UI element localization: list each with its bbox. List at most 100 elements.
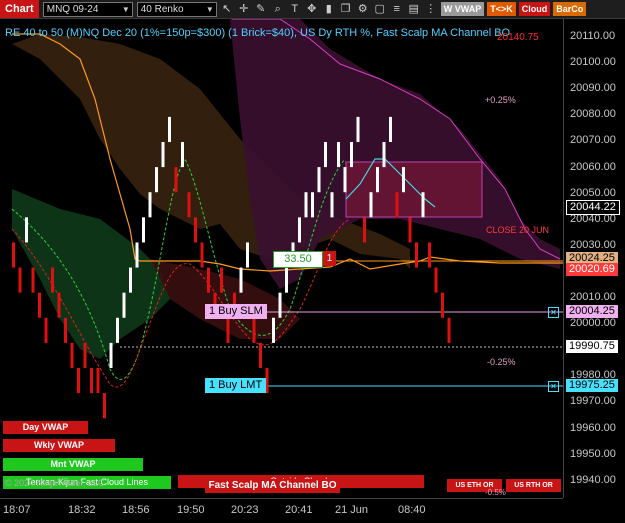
renko-brick-down: [174, 167, 178, 193]
price-tick-label: 20000.00: [570, 317, 616, 330]
weekly-vwap-button[interactable]: Wkly VWAP: [3, 439, 115, 452]
price-tick-label: 19950.00: [570, 447, 616, 460]
text-icon[interactable]: T: [288, 2, 302, 16]
renko-brick-up: [246, 242, 249, 268]
renko-brick-down: [64, 317, 67, 343]
crosshair-icon[interactable]: ✛: [237, 2, 251, 16]
bottom-pct-label: -0.5%: [485, 488, 506, 497]
pan-icon[interactable]: ✥: [305, 2, 319, 16]
renko-brick-down: [103, 393, 106, 419]
buy-slm-order[interactable]: 1 Buy SLM: [205, 304, 267, 319]
renko-brick-up: [324, 142, 327, 168]
renko-brick-up: [421, 192, 425, 218]
chart-area[interactable]: RE 40 to 50 (M)NQ Dec 20 (1%=150p=$300) …: [0, 18, 563, 498]
bars-icon[interactable]: ▮: [322, 2, 336, 16]
renko-brick-up: [376, 167, 379, 193]
bar-type-selector[interactable]: 40 Renko ▼: [136, 1, 217, 17]
price-tick-label: 19940.00: [570, 473, 616, 486]
copyright-text: © 2024 NinjaTrader, LLC: [5, 478, 105, 488]
price-tick-label: 20100.00: [570, 56, 616, 69]
price-axis[interactable]: 20110.00 20100.00 20090.00 20080.00 20070.00…: [563, 19, 625, 498]
renko-brick-down: [408, 217, 412, 243]
barco-button[interactable]: BarCo: [553, 2, 587, 16]
renko-brick-up: [356, 116, 360, 142]
renko-brick-down: [44, 317, 48, 343]
renko-brick-up: [298, 217, 301, 243]
renko-brick-up: [337, 142, 340, 168]
renko-brick-up: [181, 142, 184, 168]
settings-icon[interactable]: ⚙: [356, 2, 370, 16]
renko-brick-down: [395, 192, 399, 218]
close-icon[interactable]: ✕: [548, 307, 559, 318]
copy-icon[interactable]: ❐: [339, 2, 353, 16]
time-label: 18:32: [68, 504, 96, 516]
magenta-zone-box: [345, 161, 483, 218]
instrument-value: MNQ 09-24: [46, 3, 99, 15]
price-tick-label: 19970.00: [570, 395, 616, 408]
top-right-price: 20140.75: [497, 32, 539, 43]
close-icon[interactable]: ✕: [548, 381, 559, 392]
renko-brick-down: [38, 292, 41, 318]
pencil-icon[interactable]: ✎: [254, 2, 268, 16]
tk-button[interactable]: T<>K: [487, 2, 516, 16]
renko-brick-up: [317, 167, 321, 193]
time-label: 18:07: [3, 504, 31, 516]
buy-lmt-order[interactable]: 1 Buy LMT: [205, 378, 267, 393]
renko-brick-up: [116, 317, 119, 343]
fast-scalp-button[interactable]: Fast Scalp MA Channel BO: [205, 479, 340, 493]
renko-brick-down: [220, 267, 223, 293]
renko-brick-down: [363, 217, 366, 243]
trade-box[interactable]: 33.50 1: [273, 251, 338, 268]
more-icon[interactable]: ⋮: [424, 2, 438, 16]
time-label: 20:23: [231, 504, 259, 516]
instrument-selector[interactable]: MNQ 09-24 ▼: [42, 1, 133, 17]
w-vwap-button[interactable]: W VWAP: [440, 2, 485, 16]
renko-brick-up: [389, 116, 392, 142]
price-tag-last: 20044.22: [566, 200, 620, 215]
day-vwap-button[interactable]: Day VWAP: [3, 421, 88, 434]
renko-brick-down: [207, 267, 210, 293]
renko-brick-up: [369, 192, 373, 218]
renko-brick-up: [122, 292, 126, 318]
price-tag-buy-slm: 20004.25: [566, 305, 618, 318]
renko-brick-up: [350, 142, 353, 168]
renko-brick-down: [12, 242, 15, 268]
toolbar: Chart MNQ 09-24 ▼ 40 Renko ▼ ↖ ✛ ✎ ⌕ T ✥…: [0, 0, 625, 19]
renko-brick-up: [168, 116, 171, 142]
renko-brick-up: [135, 242, 139, 268]
price-tick-label: 20070.00: [570, 134, 616, 147]
cursor-icon[interactable]: ↖: [220, 2, 234, 16]
renko-brick-down: [434, 267, 438, 293]
renko-brick-down: [415, 242, 418, 268]
bar-type-value: 40 Renko: [140, 3, 184, 15]
zoom-icon[interactable]: ⌕: [271, 2, 285, 16]
renko-brick-down: [51, 267, 54, 293]
list-icon[interactable]: ≡: [390, 2, 404, 16]
renko-brick-down: [259, 342, 262, 368]
renko-brick-up: [142, 217, 145, 243]
pct-up-label: +0.25%: [485, 95, 516, 105]
price-tick-label: 20030.00: [570, 238, 616, 251]
renko-brick-up: [25, 217, 28, 243]
time-label: 21 Jun: [335, 504, 369, 516]
chart-menu-button[interactable]: Chart: [0, 0, 39, 18]
renko-brick-up: [148, 192, 152, 218]
layout-icon[interactable]: ▤: [407, 2, 421, 16]
us-rth-or-button[interactable]: US RTH OR: [506, 479, 561, 492]
box-icon[interactable]: ▢: [373, 2, 387, 16]
renko-brick-up: [330, 192, 334, 218]
time-label: 20:41: [285, 504, 313, 516]
renko-brick-down: [428, 242, 431, 268]
renko-brick-down: [200, 242, 204, 268]
chart-title: RE 40 to 50 (M)NQ Dec 20 (1%=150p=$300) …: [5, 27, 511, 39]
renko-brick-up: [402, 167, 405, 193]
time-label: 19:50: [177, 504, 205, 516]
time-axis[interactable]: 18:07 18:32 18:56 19:50 20:23 20:41 21 J…: [0, 498, 563, 523]
renko-brick-up: [155, 167, 158, 193]
renko-brick-down: [252, 317, 256, 343]
price-tick-label: 20090.00: [570, 82, 616, 95]
renko-brick-up: [272, 317, 275, 343]
cloud-button[interactable]: Cloud: [518, 2, 551, 16]
monthly-vwap-button[interactable]: Mnt VWAP: [3, 458, 143, 471]
renko-brick-up: [161, 142, 165, 168]
